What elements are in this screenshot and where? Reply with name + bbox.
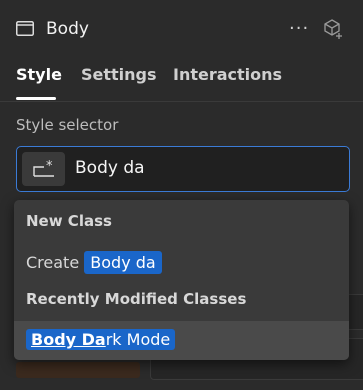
element-title: Body — [46, 19, 89, 39]
tab-style[interactable]: Style — [16, 65, 62, 84]
recent-classes-heading: Recently Modified Classes — [26, 290, 247, 308]
style-selector-input[interactable]: * Body da — [16, 146, 350, 192]
class-match-text: Body Da — [31, 330, 106, 349]
new-class-heading: New Class — [26, 212, 112, 230]
panel-tabs: Style Settings Interactions — [0, 56, 363, 102]
class-rest-text: rk Mode — [105, 330, 171, 349]
create-class-chip: Body da — [84, 251, 162, 274]
create-class-option[interactable]: Create Body da — [26, 251, 162, 274]
style-selector-label: Style selector — [16, 116, 119, 134]
box-icon — [16, 21, 34, 36]
recent-class-item[interactable]: Body Dark Mode — [14, 321, 349, 360]
class-dropdown: New Class Create Body da Recently Modifi… — [14, 200, 349, 360]
style-panel: Body ··· Style Settings Interactions Sty… — [0, 0, 363, 390]
active-tab-indicator — [16, 97, 56, 100]
selector-icon[interactable]: * — [22, 152, 65, 186]
class-chip: Body Dark Mode — [26, 329, 176, 350]
style-selector-value: Body da — [75, 158, 145, 178]
tab-settings[interactable]: Settings — [81, 65, 157, 84]
create-label: Create — [26, 253, 80, 272]
svg-text:*: * — [46, 159, 53, 174]
component-icon[interactable] — [322, 18, 344, 40]
more-options-icon[interactable]: ··· — [289, 18, 309, 39]
background-badge — [16, 362, 140, 378]
panel-header: Body ··· — [0, 0, 363, 56]
tab-interactions[interactable]: Interactions — [173, 65, 282, 84]
